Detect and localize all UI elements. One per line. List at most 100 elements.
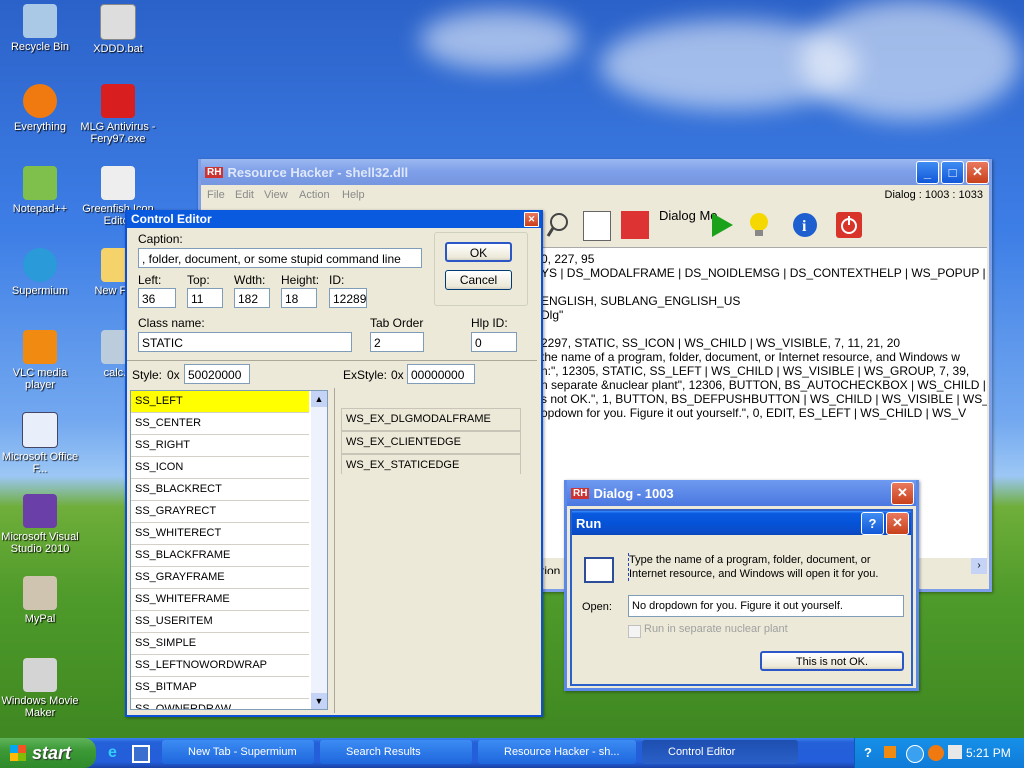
new-resource-icon[interactable] bbox=[583, 211, 611, 241]
menu-edit[interactable]: Edit bbox=[235, 189, 254, 201]
desktop-icon-visual-studio[interactable]: Microsoft Visual Studio 2010 bbox=[0, 494, 80, 555]
movie-maker-icon bbox=[23, 658, 57, 692]
scroll-right-icon[interactable]: › bbox=[971, 558, 987, 574]
ie-icon[interactable]: e bbox=[108, 744, 126, 762]
height-field[interactable]: 18 bbox=[281, 288, 317, 308]
exstyle-item[interactable]: WS_EX_DLGMODALFRAME bbox=[341, 408, 521, 431]
top-field[interactable]: 11 bbox=[187, 288, 223, 308]
taskbar-button-supermium[interactable]: New Tab - Supermium bbox=[162, 740, 314, 764]
left-field[interactable]: 36 bbox=[138, 288, 176, 308]
divider bbox=[127, 360, 537, 361]
ce-body: Caption: , folder, document, or some stu… bbox=[127, 228, 541, 713]
windows-logo-icon bbox=[10, 745, 26, 761]
taskbar-button-search-results[interactable]: Search Results bbox=[320, 740, 472, 764]
style-item[interactable]: SS_WHITERECT bbox=[131, 523, 309, 545]
lightbulb-icon[interactable] bbox=[747, 211, 771, 242]
style-item[interactable]: SS_LEFTNOWORDWRAP bbox=[131, 655, 309, 677]
info-icon[interactable]: i bbox=[791, 211, 819, 242]
style-item[interactable]: SS_BLACKFRAME bbox=[131, 545, 309, 567]
desktop-icon-recycle-bin[interactable]: Recycle Bin bbox=[0, 4, 80, 53]
minimize-button[interactable]: _ bbox=[916, 160, 939, 184]
run-title: Run bbox=[576, 515, 602, 531]
style-item[interactable]: SS_GRAYRECT bbox=[131, 501, 309, 523]
run-dialog: Run ? ✕ Type the name of a program, fold… bbox=[570, 509, 913, 686]
dlg-titlebar[interactable]: RH Dialog - 1003 ✕ bbox=[567, 480, 916, 506]
add-image-icon[interactable] bbox=[621, 211, 649, 239]
scroll-up-icon[interactable]: ▲ bbox=[311, 391, 327, 407]
desktop-icon-xddd-bat[interactable]: XDDD.bat bbox=[78, 4, 158, 55]
clock: 5:21 PM bbox=[966, 746, 1011, 760]
run-icon[interactable] bbox=[709, 211, 735, 242]
desktop-icon-office[interactable]: Microsoft Office F... bbox=[0, 412, 80, 475]
exstyle-list[interactable]: WS_EX_DLGMODALFRAME WS_EX_CLIENTEDGE WS_… bbox=[341, 408, 521, 474]
ok-button[interactable]: OK bbox=[445, 242, 512, 262]
desktop-icon-notepad[interactable]: Notepad++ bbox=[0, 166, 80, 215]
taskbar-button-control-editor[interactable]: Control Editor bbox=[642, 740, 798, 764]
style-field[interactable]: 50020000 bbox=[184, 364, 250, 384]
caption-field[interactable]: , folder, document, or some stupid comma… bbox=[138, 248, 422, 268]
run-titlebar[interactable]: Run ? ✕ bbox=[572, 511, 911, 535]
close-button[interactable]: ✕ bbox=[966, 160, 989, 184]
id-field[interactable]: 12289 bbox=[329, 288, 367, 308]
taborder-field[interactable]: 2 bbox=[370, 332, 424, 352]
everything-tray-icon[interactable] bbox=[928, 745, 944, 761]
ce-titlebar[interactable]: Control Editor ✕ bbox=[127, 210, 541, 228]
menu-file[interactable]: File bbox=[207, 189, 225, 201]
exstyle-item[interactable]: WS_EX_STATICEDGE bbox=[341, 454, 521, 474]
desktop-icon-everything[interactable]: Everything bbox=[0, 84, 80, 133]
style-item[interactable]: SS_BITMAP bbox=[131, 677, 309, 699]
style-item[interactable]: SS_SIMPLE bbox=[131, 633, 309, 655]
style-item[interactable]: SS_BLACKRECT bbox=[131, 479, 309, 501]
show-desktop-icon[interactable] bbox=[132, 745, 150, 763]
rh-menubar: File Edit View Action Help Dialog : 1003… bbox=[201, 185, 989, 207]
close-button[interactable]: ✕ bbox=[886, 511, 909, 535]
desktop-icon-mlg-antivirus[interactable]: MLG Antivirus - Fery97.exe bbox=[78, 84, 158, 145]
style-item[interactable]: SS_WHITEFRAME bbox=[131, 589, 309, 611]
exstyle-prefix: 0x bbox=[391, 368, 404, 382]
style-item[interactable]: SS_CENTER bbox=[131, 413, 309, 435]
classname-field[interactable]: STATIC bbox=[138, 332, 352, 352]
menu-view[interactable]: View bbox=[264, 189, 288, 201]
search-icon[interactable] bbox=[545, 211, 571, 239]
network-icon[interactable] bbox=[906, 745, 924, 763]
style-item[interactable]: SS_RIGHT bbox=[131, 435, 309, 457]
vlc-icon bbox=[23, 330, 57, 364]
close-button[interactable]: ✕ bbox=[524, 211, 539, 227]
exstyle-item[interactable]: WS_EX_CLIENTEDGE bbox=[341, 431, 521, 454]
nuclear-plant-checkbox[interactable] bbox=[628, 625, 641, 638]
volume-icon[interactable] bbox=[948, 745, 962, 759]
scroll-down-icon[interactable]: ▼ bbox=[311, 693, 327, 709]
style-item[interactable]: SS_ICON bbox=[131, 457, 309, 479]
power-icon[interactable] bbox=[835, 211, 863, 242]
desktop-icon-supermium[interactable]: Supermium bbox=[0, 248, 80, 297]
desktop-icon-vlc[interactable]: VLC media player bbox=[0, 330, 80, 391]
hlpid-field[interactable]: 0 bbox=[471, 332, 517, 352]
width-field[interactable]: 182 bbox=[234, 288, 270, 308]
rh-titlebar[interactable]: RH Resource Hacker - shell32.dll _ □ ✕ bbox=[201, 159, 989, 185]
taskbar-button-resource-hacker[interactable]: Resource Hacker - sh... bbox=[478, 740, 636, 764]
help-icon[interactable]: ? bbox=[864, 745, 872, 760]
cancel-button[interactable]: Cancel bbox=[445, 270, 512, 290]
menu-help[interactable]: Help bbox=[342, 189, 365, 201]
menu-action[interactable]: Action bbox=[299, 189, 330, 201]
style-item[interactable]: SS_OWNERDRAW bbox=[131, 699, 309, 709]
style-list[interactable]: SS_LEFT SS_CENTER SS_RIGHT SS_ICON SS_BL… bbox=[130, 390, 328, 710]
exstyle-field[interactable]: 00000000 bbox=[407, 364, 475, 384]
help-button[interactable]: ? bbox=[861, 511, 884, 535]
visual-studio-icon bbox=[23, 494, 57, 528]
close-button[interactable]: ✕ bbox=[891, 481, 914, 505]
style-item[interactable]: SS_LEFT bbox=[131, 391, 309, 413]
open-label: Open: bbox=[582, 601, 612, 613]
code-line: the name of a program, folder, document,… bbox=[541, 350, 960, 364]
hlpid-label: Hlp ID: bbox=[471, 316, 508, 330]
style-item[interactable]: SS_USERITEM bbox=[131, 611, 309, 633]
tray-icon[interactable] bbox=[884, 746, 896, 758]
open-field[interactable]: No dropdown for you. Figure it out yours… bbox=[628, 595, 904, 617]
vertical-scrollbar[interactable]: ▲ ▼ bbox=[311, 391, 327, 709]
style-item[interactable]: SS_GRAYFRAME bbox=[131, 567, 309, 589]
maximize-button[interactable]: □ bbox=[941, 160, 964, 184]
not-ok-button[interactable]: This is not OK. bbox=[760, 651, 904, 671]
desktop-icon-movie-maker[interactable]: Windows Movie Maker bbox=[0, 658, 80, 719]
desktop-icon-mypal[interactable]: MyPal bbox=[0, 576, 80, 625]
rh-app-icon: RH bbox=[205, 166, 224, 178]
